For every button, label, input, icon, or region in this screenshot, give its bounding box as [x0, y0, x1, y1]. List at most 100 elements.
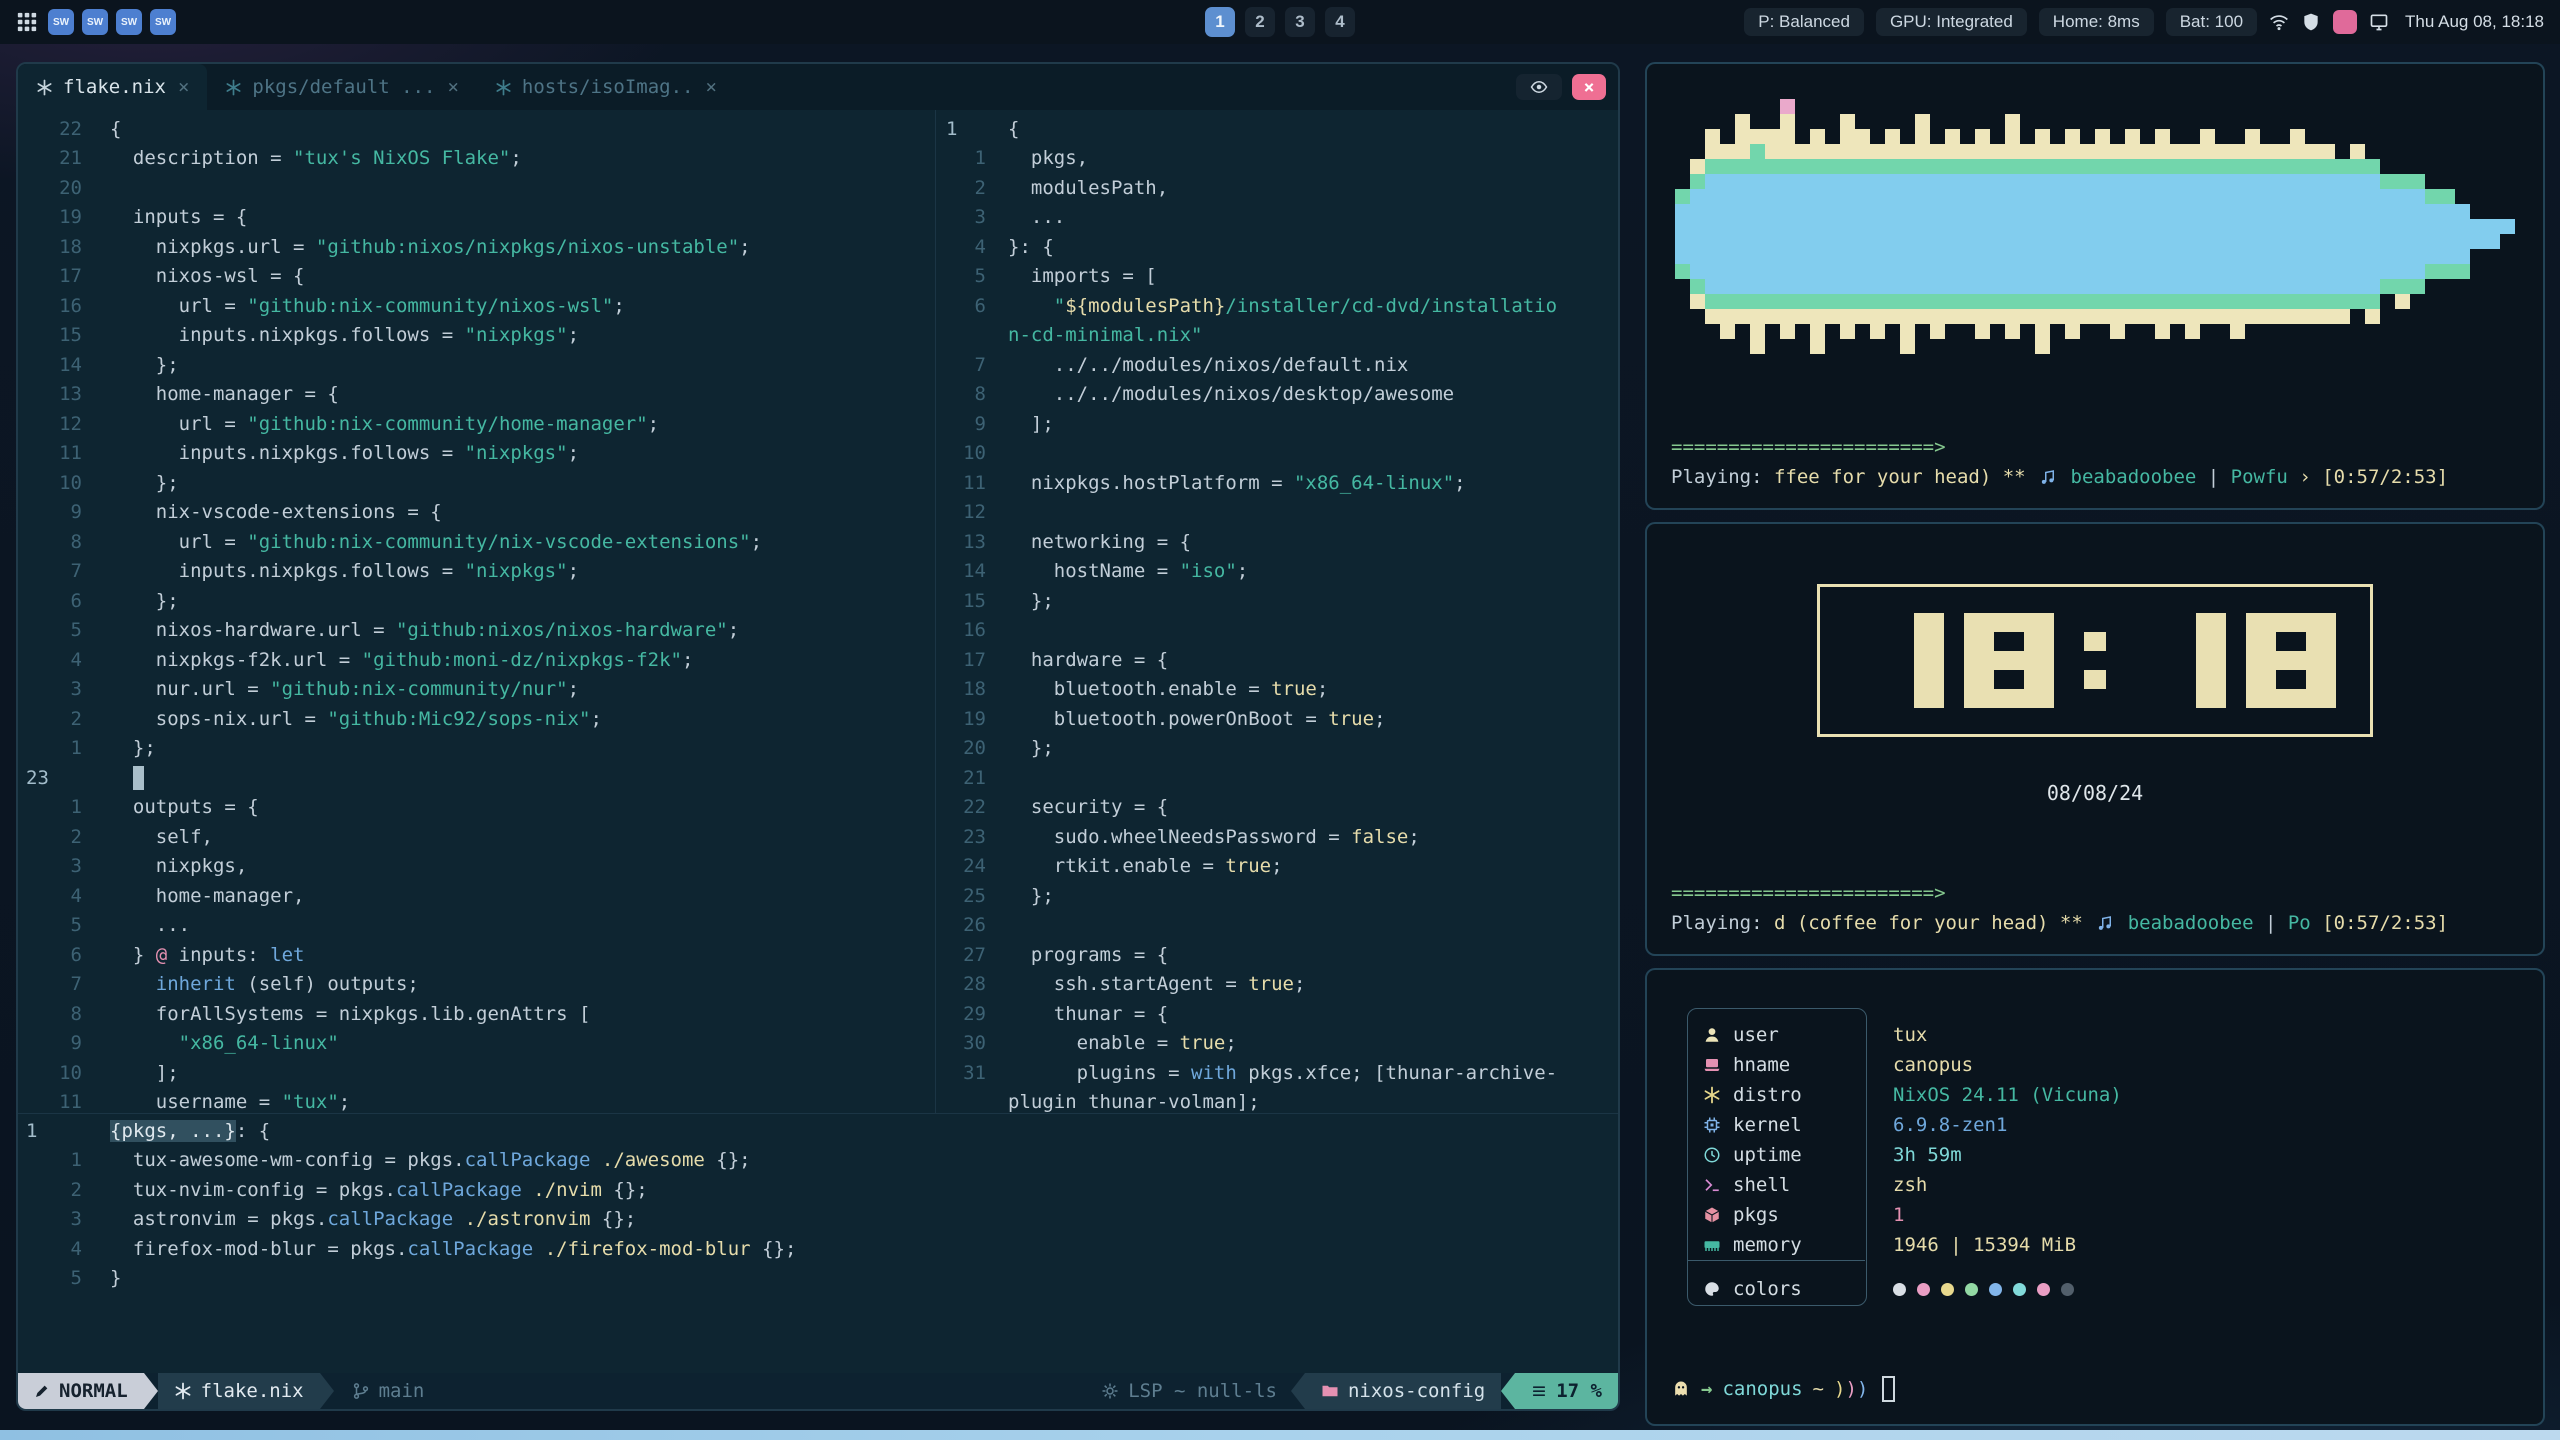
status-pill[interactable]: Home: 8ms — [2039, 8, 2154, 36]
code-line[interactable]: 13 home-manager = { — [26, 380, 935, 410]
code-line[interactable]: 6 } @ inputs: let — [26, 940, 935, 970]
code-line[interactable]: 10 }; — [26, 468, 935, 498]
code-line[interactable]: 4 firefox-mod-blur = pkgs.callPackage ./… — [26, 1234, 1618, 1264]
editor-window[interactable]: flake.nix×pkgs/default ...×hosts/isoImag… — [16, 62, 1620, 1411]
tab-close-icon[interactable]: × — [705, 76, 716, 98]
code-line[interactable]: 12 url = "github:nix-community/home-mana… — [26, 409, 935, 439]
code-line[interactable]: 2 sops-nix.url = "github:Mic92/sops-nix"… — [26, 704, 935, 734]
pane-flake-nix[interactable]: 22{21 description = "tux's NixOS Flake";… — [18, 110, 935, 1113]
shield-icon[interactable] — [2301, 12, 2321, 32]
project-indicator[interactable]: nixos-config — [1305, 1373, 1501, 1409]
code-line[interactable]: 14 hostName = "iso"; — [946, 557, 1618, 587]
wifi-icon[interactable] — [2269, 12, 2289, 32]
code-line[interactable]: 6 "${modulesPath}/installer/cd-dvd/insta… — [946, 291, 1618, 321]
code-line[interactable]: 23 — [26, 763, 935, 793]
code-line[interactable]: 15 }; — [946, 586, 1618, 616]
code-line[interactable]: 10 ]; — [26, 1058, 935, 1088]
code-line[interactable]: 24 rtkit.enable = true; — [946, 852, 1618, 882]
pane-iso-image[interactable]: 1{1 pkgs,2 modulesPath,3 ...4}: {5 impor… — [935, 110, 1618, 1113]
tab-close-icon[interactable]: × — [447, 76, 458, 98]
workspace-button-2[interactable]: 2 — [1245, 7, 1275, 37]
code-line[interactable]: 1 }; — [26, 734, 935, 764]
code-line[interactable]: 1 outputs = { — [26, 793, 935, 823]
code-line[interactable]: 5} — [26, 1264, 1618, 1294]
tab-flake-nix[interactable]: flake.nix× — [18, 64, 207, 110]
code-line[interactable]: 31 plugins = with pkgs.xfce; [thunar-arc… — [946, 1058, 1618, 1088]
code-line[interactable]: 2 tux-nvim-config = pkgs.callPackage ./n… — [26, 1175, 1618, 1205]
code-line[interactable]: 3 astronvim = pkgs.callPackage ./astronv… — [26, 1205, 1618, 1235]
pink-badge-icon[interactable] — [2333, 10, 2357, 34]
git-branch[interactable]: main — [352, 1373, 425, 1409]
code-line[interactable]: 6 }; — [26, 586, 935, 616]
code-line[interactable]: 2 self, — [26, 822, 935, 852]
code-line[interactable]: 2 modulesPath, — [946, 173, 1618, 203]
code-line[interactable]: 4}: { — [946, 232, 1618, 262]
eye-toggle-button[interactable] — [1516, 74, 1562, 100]
code-line[interactable]: 3 nixpkgs, — [26, 852, 935, 882]
code-line[interactable]: 9 ]; — [946, 409, 1618, 439]
pinned-app-badge[interactable]: SW — [150, 9, 176, 35]
code-line[interactable]: 28 ssh.startAgent = true; — [946, 970, 1618, 1000]
code-line[interactable]: 18 nixpkgs.url = "github:nixos/nixpkgs/n… — [26, 232, 935, 262]
code-line[interactable]: 19 inputs = { — [26, 203, 935, 233]
code-line[interactable]: 21 description = "tux's NixOS Flake"; — [26, 144, 935, 174]
code-line[interactable]: 19 bluetooth.powerOnBoot = true; — [946, 704, 1618, 734]
code-line[interactable]: 26 — [946, 911, 1618, 941]
code-line[interactable]: 1 tux-awesome-wm-config = pkgs.callPacka… — [26, 1146, 1618, 1176]
tab-hosts-isoImag-[interactable]: hosts/isoImag..× — [477, 64, 735, 110]
pinned-app-badge[interactable]: SW — [82, 9, 108, 35]
code-line[interactable]: 8 ../../modules/nixos/desktop/awesome — [946, 380, 1618, 410]
visualizer-terminal[interactable]: =======================> Playing: ffee f… — [1645, 62, 2545, 510]
pinned-app-badge[interactable]: SW — [48, 9, 74, 35]
code-line[interactable]: 3 nur.url = "github:nix-community/nur"; — [26, 675, 935, 705]
code-line[interactable]: 17 hardware = { — [946, 645, 1618, 675]
code-line[interactable]: 20 — [26, 173, 935, 203]
code-line[interactable]: plugin thunar-volman]; — [946, 1088, 1618, 1114]
status-pill[interactable]: P: Balanced — [1744, 8, 1864, 36]
code-line[interactable]: 25 }; — [946, 881, 1618, 911]
code-line[interactable]: 8 forAllSystems = nixpkgs.lib.genAttrs [ — [26, 999, 935, 1029]
workspace-button-3[interactable]: 3 — [1285, 7, 1315, 37]
pane-pkgs-default[interactable]: 1{pkgs, ...}: {1 tux-awesome-wm-config =… — [18, 1113, 1618, 1373]
code-line[interactable]: 7 inherit (self) outputs; — [26, 970, 935, 1000]
code-line[interactable]: 1{ — [946, 114, 1618, 144]
launcher-grid-icon[interactable] — [16, 11, 38, 33]
code-line[interactable]: 9 nix-vscode-extensions = { — [26, 498, 935, 528]
terminal-cursor[interactable] — [1882, 1376, 1895, 1402]
code-line[interactable]: 7 inputs.nixpkgs.follows = "nixpkgs"; — [26, 557, 935, 587]
fetch-terminal[interactable]: usertuxhnamecanopusdistroNixOS 24.11 (Vi… — [1645, 968, 2545, 1426]
code-line[interactable]: 22 security = { — [946, 793, 1618, 823]
code-line[interactable]: 15 inputs.nixpkgs.follows = "nixpkgs"; — [26, 321, 935, 351]
code-line[interactable]: 11 nixpkgs.hostPlatform = "x86_64-linux"… — [946, 468, 1618, 498]
code-line[interactable]: 29 thunar = { — [946, 999, 1618, 1029]
code-line[interactable]: 4 home-manager, — [26, 881, 935, 911]
code-line[interactable]: 8 url = "github:nix-community/nix-vscode… — [26, 527, 935, 557]
code-line[interactable]: 7 ../../modules/nixos/default.nix — [946, 350, 1618, 380]
window-close-button[interactable]: × — [1572, 74, 1606, 100]
pinned-app-badge[interactable]: SW — [116, 9, 142, 35]
status-pill[interactable]: GPU: Integrated — [1876, 8, 2027, 36]
code-line[interactable]: 10 — [946, 439, 1618, 469]
code-line[interactable]: 30 enable = true; — [946, 1029, 1618, 1059]
code-line[interactable]: 5 imports = [ — [946, 262, 1618, 292]
code-line[interactable]: n-cd-minimal.nix" — [946, 321, 1618, 351]
code-line[interactable]: 3 ... — [946, 203, 1618, 233]
code-line[interactable]: 20 }; — [946, 734, 1618, 764]
code-line[interactable]: 9 "x86_64-linux" — [26, 1029, 935, 1059]
code-line[interactable]: 1{pkgs, ...}: { — [26, 1116, 1618, 1146]
code-line[interactable]: 11 inputs.nixpkgs.follows = "nixpkgs"; — [26, 439, 935, 469]
code-line[interactable]: 16 url = "github:nix-community/nixos-wsl… — [26, 291, 935, 321]
code-line[interactable]: 13 networking = { — [946, 527, 1618, 557]
workspace-button-1[interactable]: 1 — [1205, 7, 1235, 37]
code-line[interactable]: 12 — [946, 498, 1618, 528]
code-line[interactable]: 23 sudo.wheelNeedsPassword = false; — [946, 822, 1618, 852]
code-line[interactable]: 14 }; — [26, 350, 935, 380]
code-line[interactable]: 17 nixos-wsl = { — [26, 262, 935, 292]
shell-prompt[interactable]: →canopus~))) — [1671, 1376, 1895, 1402]
code-line[interactable]: 5 nixos-hardware.url = "github:nixos/nix… — [26, 616, 935, 646]
tab-close-icon[interactable]: × — [178, 76, 189, 98]
workspace-button-4[interactable]: 4 — [1325, 7, 1355, 37]
code-line[interactable]: 11 username = "tux"; — [26, 1088, 935, 1114]
code-line[interactable]: 18 bluetooth.enable = true; — [946, 675, 1618, 705]
code-line[interactable]: 21 — [946, 763, 1618, 793]
